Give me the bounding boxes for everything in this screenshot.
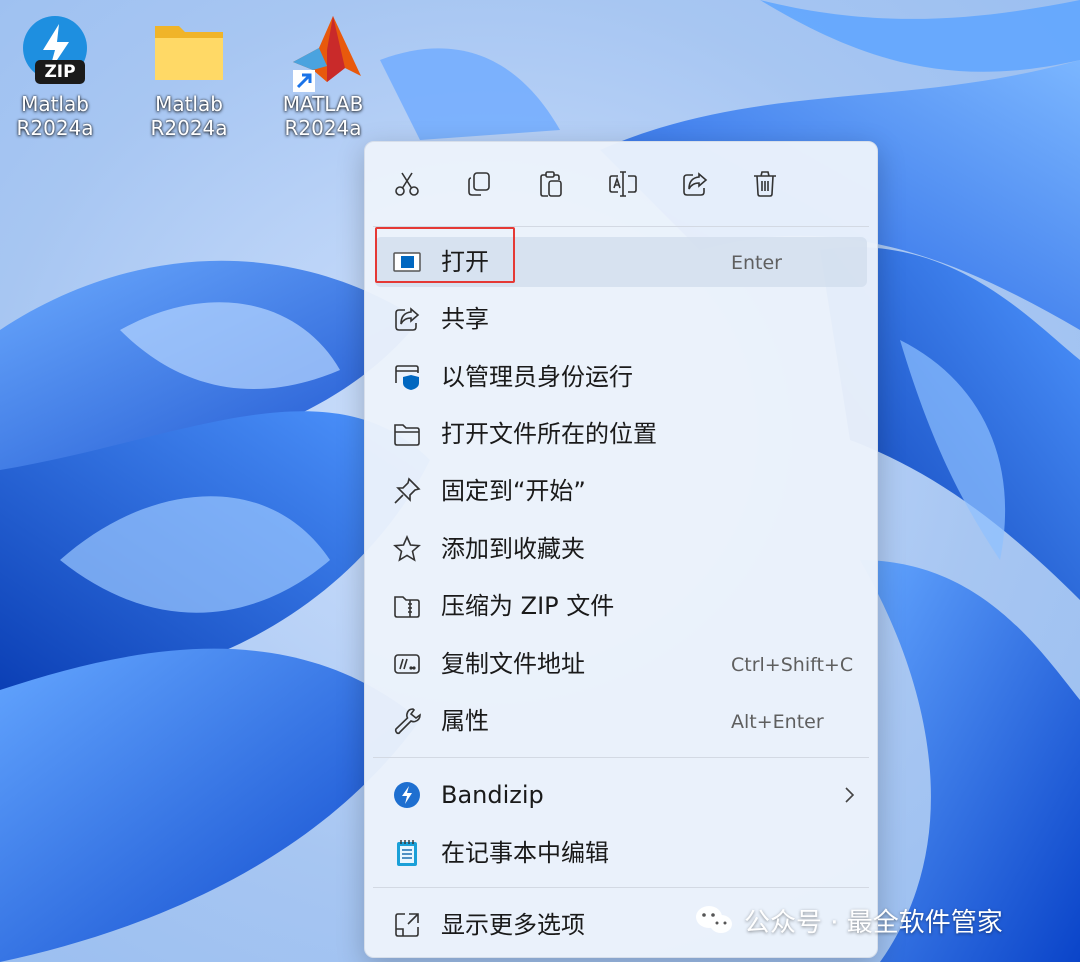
menu-item-label: 压缩为 ZIP 文件 xyxy=(441,592,615,620)
menu-item-shortcut: Alt+Enter xyxy=(731,711,824,733)
menu-item-share[interactable]: 共享 xyxy=(375,294,867,344)
wrench-icon xyxy=(393,707,421,735)
more-options-icon xyxy=(393,911,421,939)
menu-item-bandizip[interactable]: Bandizip xyxy=(375,770,867,820)
rename-icon xyxy=(609,171,637,197)
menu-item-copy-path[interactable]: 复制文件地址 Ctrl+Shift+C xyxy=(375,639,867,689)
menu-item-properties[interactable]: 属性 Alt+Enter xyxy=(375,696,867,746)
menu-item-label: 打开文件所在的位置 xyxy=(441,420,657,448)
zip-badge-text: ZIP xyxy=(44,62,76,82)
menu-item-open-file-location[interactable]: 打开文件所在的位置 xyxy=(375,409,867,459)
run-as-admin-shield-icon xyxy=(393,363,421,391)
share-icon xyxy=(683,172,708,196)
desktop-icon-label: Matlab xyxy=(155,92,223,116)
menu-item-shortcut: Enter xyxy=(731,252,782,274)
cut-icon xyxy=(395,172,419,196)
desktop-icon-matlab-shortcut[interactable]: MATLAB R2024a xyxy=(268,10,378,140)
paste-icon xyxy=(540,171,562,197)
bandizip-zip-icon: ZIP xyxy=(15,10,95,92)
menu-separator xyxy=(373,887,869,888)
desktop-icon-label: R2024a xyxy=(150,116,228,140)
chevron-right-icon xyxy=(845,787,855,803)
menu-item-label: Bandizip xyxy=(441,781,544,809)
desktop-icon-label: R2024a xyxy=(284,116,362,140)
menu-item-pin-to-start[interactable]: 固定到“开始” xyxy=(375,466,867,516)
copy-button[interactable] xyxy=(459,164,499,204)
desktop-icon-label: MATLAB xyxy=(282,92,364,116)
menu-item-edit-in-notepad[interactable]: 在记事本中编辑 xyxy=(375,828,867,878)
annotation-highlight-box xyxy=(375,227,515,283)
folder-open-icon xyxy=(393,420,421,448)
folder-icon xyxy=(149,10,229,92)
wechat-icon xyxy=(696,906,732,933)
desktop-icon-bandizip-archive[interactable]: ZIP Matlab R2024a xyxy=(0,10,110,140)
menu-item-label: 共享 xyxy=(441,305,489,333)
notepad-icon xyxy=(393,839,421,867)
matlab-shortcut-icon xyxy=(283,10,363,92)
menu-item-label: 显示更多选项 xyxy=(441,911,585,939)
menu-item-label: 以管理员身份运行 xyxy=(441,363,633,391)
star-icon xyxy=(393,535,421,563)
share-button[interactable] xyxy=(675,164,715,204)
paste-button[interactable] xyxy=(531,164,571,204)
cut-button[interactable] xyxy=(387,164,427,204)
menu-item-add-to-favorites[interactable]: 添加到收藏夹 xyxy=(375,524,867,574)
pin-icon xyxy=(393,477,421,505)
share-icon xyxy=(393,305,421,333)
watermark: 公众号 · 最全软件管家 xyxy=(694,902,1003,938)
menu-item-run-as-admin[interactable]: 以管理员身份运行 xyxy=(375,352,867,402)
menu-item-shortcut: Ctrl+Shift+C xyxy=(731,654,854,676)
desktop-icon-folder[interactable]: Matlab R2024a xyxy=(134,10,244,140)
copy-path-icon xyxy=(393,650,421,678)
desktop-icon-label: Matlab xyxy=(21,92,89,116)
watermark-text: 公众号 · 最全软件管家 xyxy=(744,907,1003,938)
menu-item-compress-zip[interactable]: 压缩为 ZIP 文件 xyxy=(375,581,867,631)
menu-item-label: 添加到收藏夹 xyxy=(441,535,585,563)
zip-folder-icon xyxy=(393,592,421,620)
menu-toolbar xyxy=(365,142,877,226)
menu-item-label: 属性 xyxy=(441,707,489,735)
desktop-icon-label: R2024a xyxy=(16,116,94,140)
menu-item-label: 固定到“开始” xyxy=(441,477,586,505)
copy-icon xyxy=(468,172,490,196)
menu-item-label: 在记事本中编辑 xyxy=(441,839,609,867)
rename-button[interactable] xyxy=(603,164,643,204)
delete-button[interactable] xyxy=(745,164,785,204)
delete-icon xyxy=(754,171,776,197)
menu-separator xyxy=(373,757,869,758)
menu-item-label: 复制文件地址 xyxy=(441,650,585,678)
bandizip-icon xyxy=(393,781,421,809)
